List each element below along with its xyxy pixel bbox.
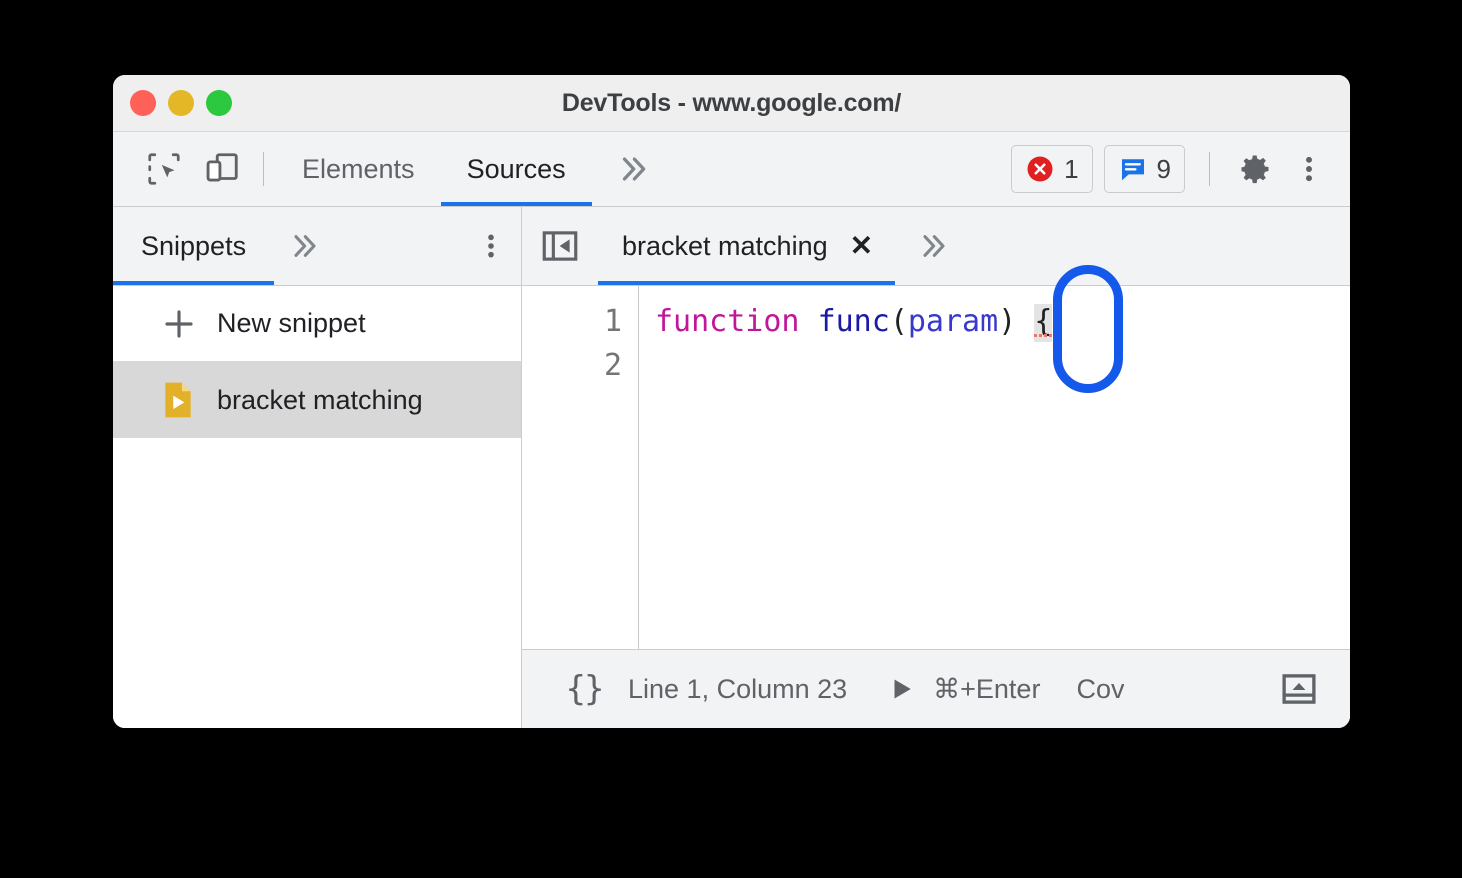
sidebar-tab-snippets[interactable]: Snippets xyxy=(113,207,275,285)
plus-icon xyxy=(161,306,205,342)
cursor-position: Line 1, Column 23 xyxy=(628,673,848,704)
message-bubble-icon xyxy=(1121,159,1144,181)
line-number: 2 xyxy=(603,348,622,383)
error-count-badge[interactable]: 1 xyxy=(1011,145,1093,193)
list-item[interactable]: bracket matching xyxy=(113,362,521,438)
sidebar-tab-snippets-label: Snippets xyxy=(141,230,247,261)
code-line-1: function func(param) { xyxy=(655,300,1350,344)
main-menu-button[interactable] xyxy=(1282,132,1336,206)
line-number-gutter: 1 2 xyxy=(522,286,639,649)
pretty-print-button[interactable]: {} xyxy=(540,669,628,709)
chevron-double-right-icon xyxy=(923,235,945,257)
tab-elements-label: Elements xyxy=(302,153,415,184)
code-editor[interactable]: 1 2 function func(param) { xyxy=(522,286,1350,649)
message-count: 9 xyxy=(1156,153,1171,184)
error-circle-icon xyxy=(1027,156,1053,182)
code-content[interactable]: function func(param) { xyxy=(639,286,1350,649)
navigator-menu-button[interactable] xyxy=(461,207,521,285)
devtools-window: DevTools - www.google.com/ Elements Sour… xyxy=(113,75,1350,728)
token-keyword: function xyxy=(655,304,800,339)
coverage-label[interactable]: Cov xyxy=(1076,674,1124,705)
device-toolbar-icon xyxy=(206,153,238,182)
tab-sources-label: Sources xyxy=(466,153,566,184)
new-snippet-button[interactable]: New snippet xyxy=(113,286,521,362)
editor-pane: bracket matching ✕ 1 2 function func(par… xyxy=(522,207,1350,728)
token-unmatched-brace: { xyxy=(1034,304,1053,342)
toolbar-divider xyxy=(263,152,264,186)
navigator-tab-bar: Snippets xyxy=(113,207,521,286)
toolbar-right-divider xyxy=(1209,152,1210,186)
editor-tab-label: bracket matching xyxy=(622,230,828,261)
show-drawer-button[interactable] xyxy=(1262,668,1336,710)
tab-elements[interactable]: Elements xyxy=(276,132,441,206)
editor-tab-bar: bracket matching ✕ xyxy=(522,207,1350,286)
new-snippet-label: New snippet xyxy=(217,308,366,338)
collapse-navigator-button[interactable] xyxy=(522,207,598,285)
gear-icon xyxy=(1241,155,1269,184)
inspect-element-button[interactable] xyxy=(135,132,193,206)
play-icon xyxy=(894,679,911,699)
message-count-badge[interactable]: 9 xyxy=(1103,145,1185,193)
run-snippet-button[interactable]: ⌘+Enter xyxy=(887,674,1040,705)
pretty-print-icon: {} xyxy=(565,669,605,709)
run-shortcut-label: ⌘+Enter xyxy=(933,673,1041,704)
token-function-name: func xyxy=(817,304,890,339)
snippet-item-label: bracket matching xyxy=(217,384,423,415)
chevron-double-right-icon xyxy=(622,157,645,181)
collapse-sidebar-icon xyxy=(542,231,578,261)
settings-button[interactable] xyxy=(1228,132,1282,206)
window-title: DevTools - www.google.com/ xyxy=(561,88,902,117)
device-toolbar-button[interactable] xyxy=(193,132,251,206)
snippet-file-icon xyxy=(161,381,205,419)
more-panels-button[interactable] xyxy=(592,132,674,206)
devtools-main-toolbar: Elements Sources 1 9 xyxy=(113,132,1350,207)
show-drawer-icon xyxy=(1282,674,1316,704)
window-title-bar: DevTools - www.google.com/ xyxy=(113,75,1350,132)
devtools-body: Snippets New snippet bracket matching br… xyxy=(113,207,1350,728)
editor-more-tabs-button[interactable] xyxy=(895,207,971,285)
kebab-menu-icon xyxy=(1306,156,1312,182)
navigator-sidebar: Snippets New snippet bracket matching xyxy=(113,207,522,728)
close-icon[interactable]: ✕ xyxy=(850,232,873,260)
token-param: param xyxy=(907,304,999,339)
navigator-more-button[interactable] xyxy=(274,207,334,285)
line-number: 1 xyxy=(603,304,622,339)
chevron-double-right-icon xyxy=(294,235,316,257)
editor-status-bar: {} Line 1, Column 23 ⌘+Enter Cov xyxy=(522,649,1350,728)
tab-sources[interactable]: Sources xyxy=(440,132,592,206)
token-paren-open: ( xyxy=(889,304,908,339)
kebab-menu-icon xyxy=(488,234,494,258)
editor-tab-bracket-matching[interactable]: bracket matching ✕ xyxy=(598,207,896,285)
snippet-list: New snippet bracket matching xyxy=(113,286,521,728)
error-count: 1 xyxy=(1064,153,1079,184)
token-paren-close: ) xyxy=(998,304,1017,339)
inspect-element-icon xyxy=(148,153,180,185)
navigator-tab-spacer xyxy=(334,207,461,285)
